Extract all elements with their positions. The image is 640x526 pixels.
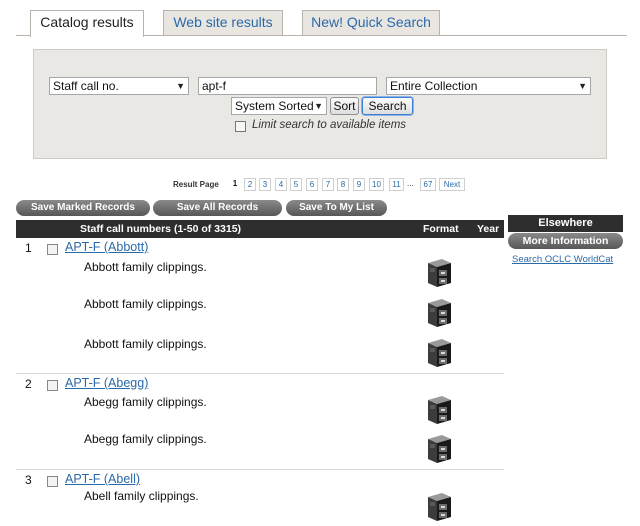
results-table-header: Staff call numbers (1-50 of 3315) Format… [16, 220, 504, 238]
page-link[interactable]: 10 [369, 178, 384, 191]
sort-select[interactable]: System Sorted ▼ [231, 97, 327, 115]
table-title: Staff call numbers (1-50 of 3315) [80, 223, 242, 235]
collection-value: Entire Collection [390, 79, 478, 93]
record-description: Abbott family clippings. [84, 297, 207, 311]
sort-button[interactable]: Sort [330, 97, 359, 115]
chevron-down-icon: ▼ [578, 81, 587, 91]
record-divider [16, 469, 504, 470]
record-number: 2 [25, 377, 32, 391]
record-description: Abbott family clippings. [84, 260, 207, 274]
archive-box-icon[interactable] [425, 335, 453, 368]
search-field-value: Staff call no. [53, 79, 119, 93]
record-description: Abegg family clippings. [84, 432, 207, 446]
page-ellipsis: ... [407, 179, 414, 188]
tab-web-site-results[interactable]: Web site results [163, 10, 283, 35]
sort-value: System Sorted [235, 99, 314, 113]
save-to-my-list-button[interactable]: Save To My List [286, 200, 387, 216]
record-divider [16, 373, 504, 374]
page-link[interactable]: 8 [337, 178, 349, 191]
record-checkbox[interactable] [47, 380, 58, 391]
page-link[interactable]: 7 [322, 178, 334, 191]
record-description: Abell family clippings. [84, 489, 199, 503]
search-button[interactable]: Search [362, 97, 413, 115]
page-next-button[interactable]: Next [439, 178, 465, 191]
limit-available-checkbox[interactable] [235, 121, 246, 132]
archive-box-icon[interactable] [425, 295, 453, 328]
tab-quick-search[interactable]: New! Quick Search [302, 10, 440, 35]
page-link-last[interactable]: 67 [420, 178, 436, 191]
save-marked-records-button[interactable]: Save Marked Records [16, 200, 150, 216]
page-current: 1 [230, 178, 240, 191]
record-title-link[interactable]: APT-F (Abell) [65, 472, 140, 486]
more-information-button[interactable]: More Information [508, 233, 623, 249]
page-link[interactable]: 11 [389, 178, 404, 191]
page-link[interactable]: 5 [290, 178, 302, 191]
tab-catalog-results[interactable]: Catalog results [30, 10, 144, 37]
chevron-down-icon: ▼ [176, 81, 185, 91]
archive-box-icon[interactable] [425, 392, 453, 425]
limit-available-label: Limit search to available items [252, 119, 407, 131]
result-page-label: Result Page [173, 180, 219, 189]
record-description: Abbott family clippings. [84, 337, 207, 351]
page-link[interactable]: 6 [306, 178, 318, 191]
tab-bar: Catalog results Web site results New! Qu… [0, 0, 640, 37]
collection-select[interactable]: Entire Collection ▼ [386, 77, 591, 95]
record-title-link[interactable]: APT-F (Abbott) [65, 240, 148, 254]
archive-box-icon[interactable] [425, 489, 453, 522]
page-link[interactable]: 9 [353, 178, 365, 191]
archive-box-icon[interactable] [425, 255, 453, 288]
year-column-header: Year [477, 223, 500, 235]
search-oclc-worldcat-link[interactable]: Search OCLC WorldCat [512, 254, 613, 265]
record-title-link[interactable]: APT-F (Abegg) [65, 376, 148, 390]
save-all-records-button[interactable]: Save All Records [153, 200, 282, 216]
page-link[interactable]: 4 [275, 178, 287, 191]
page-link[interactable]: 3 [259, 178, 271, 191]
search-input[interactable]: apt-f [198, 77, 377, 95]
record-number: 3 [25, 473, 32, 487]
page-link[interactable]: 2 [244, 178, 256, 191]
search-panel: Staff call no. ▼ apt-f Entire Collection… [33, 49, 607, 159]
elsewhere-header: Elsewhere [508, 215, 623, 232]
record-checkbox[interactable] [47, 244, 58, 255]
search-field-select[interactable]: Staff call no. ▼ [49, 77, 189, 95]
record-checkbox[interactable] [47, 476, 58, 487]
archive-box-icon[interactable] [425, 431, 453, 464]
record-description: Abegg family clippings. [84, 395, 207, 409]
format-column-header: Format [423, 223, 459, 235]
record-number: 1 [25, 241, 32, 255]
chevron-down-icon: ▼ [314, 101, 323, 111]
